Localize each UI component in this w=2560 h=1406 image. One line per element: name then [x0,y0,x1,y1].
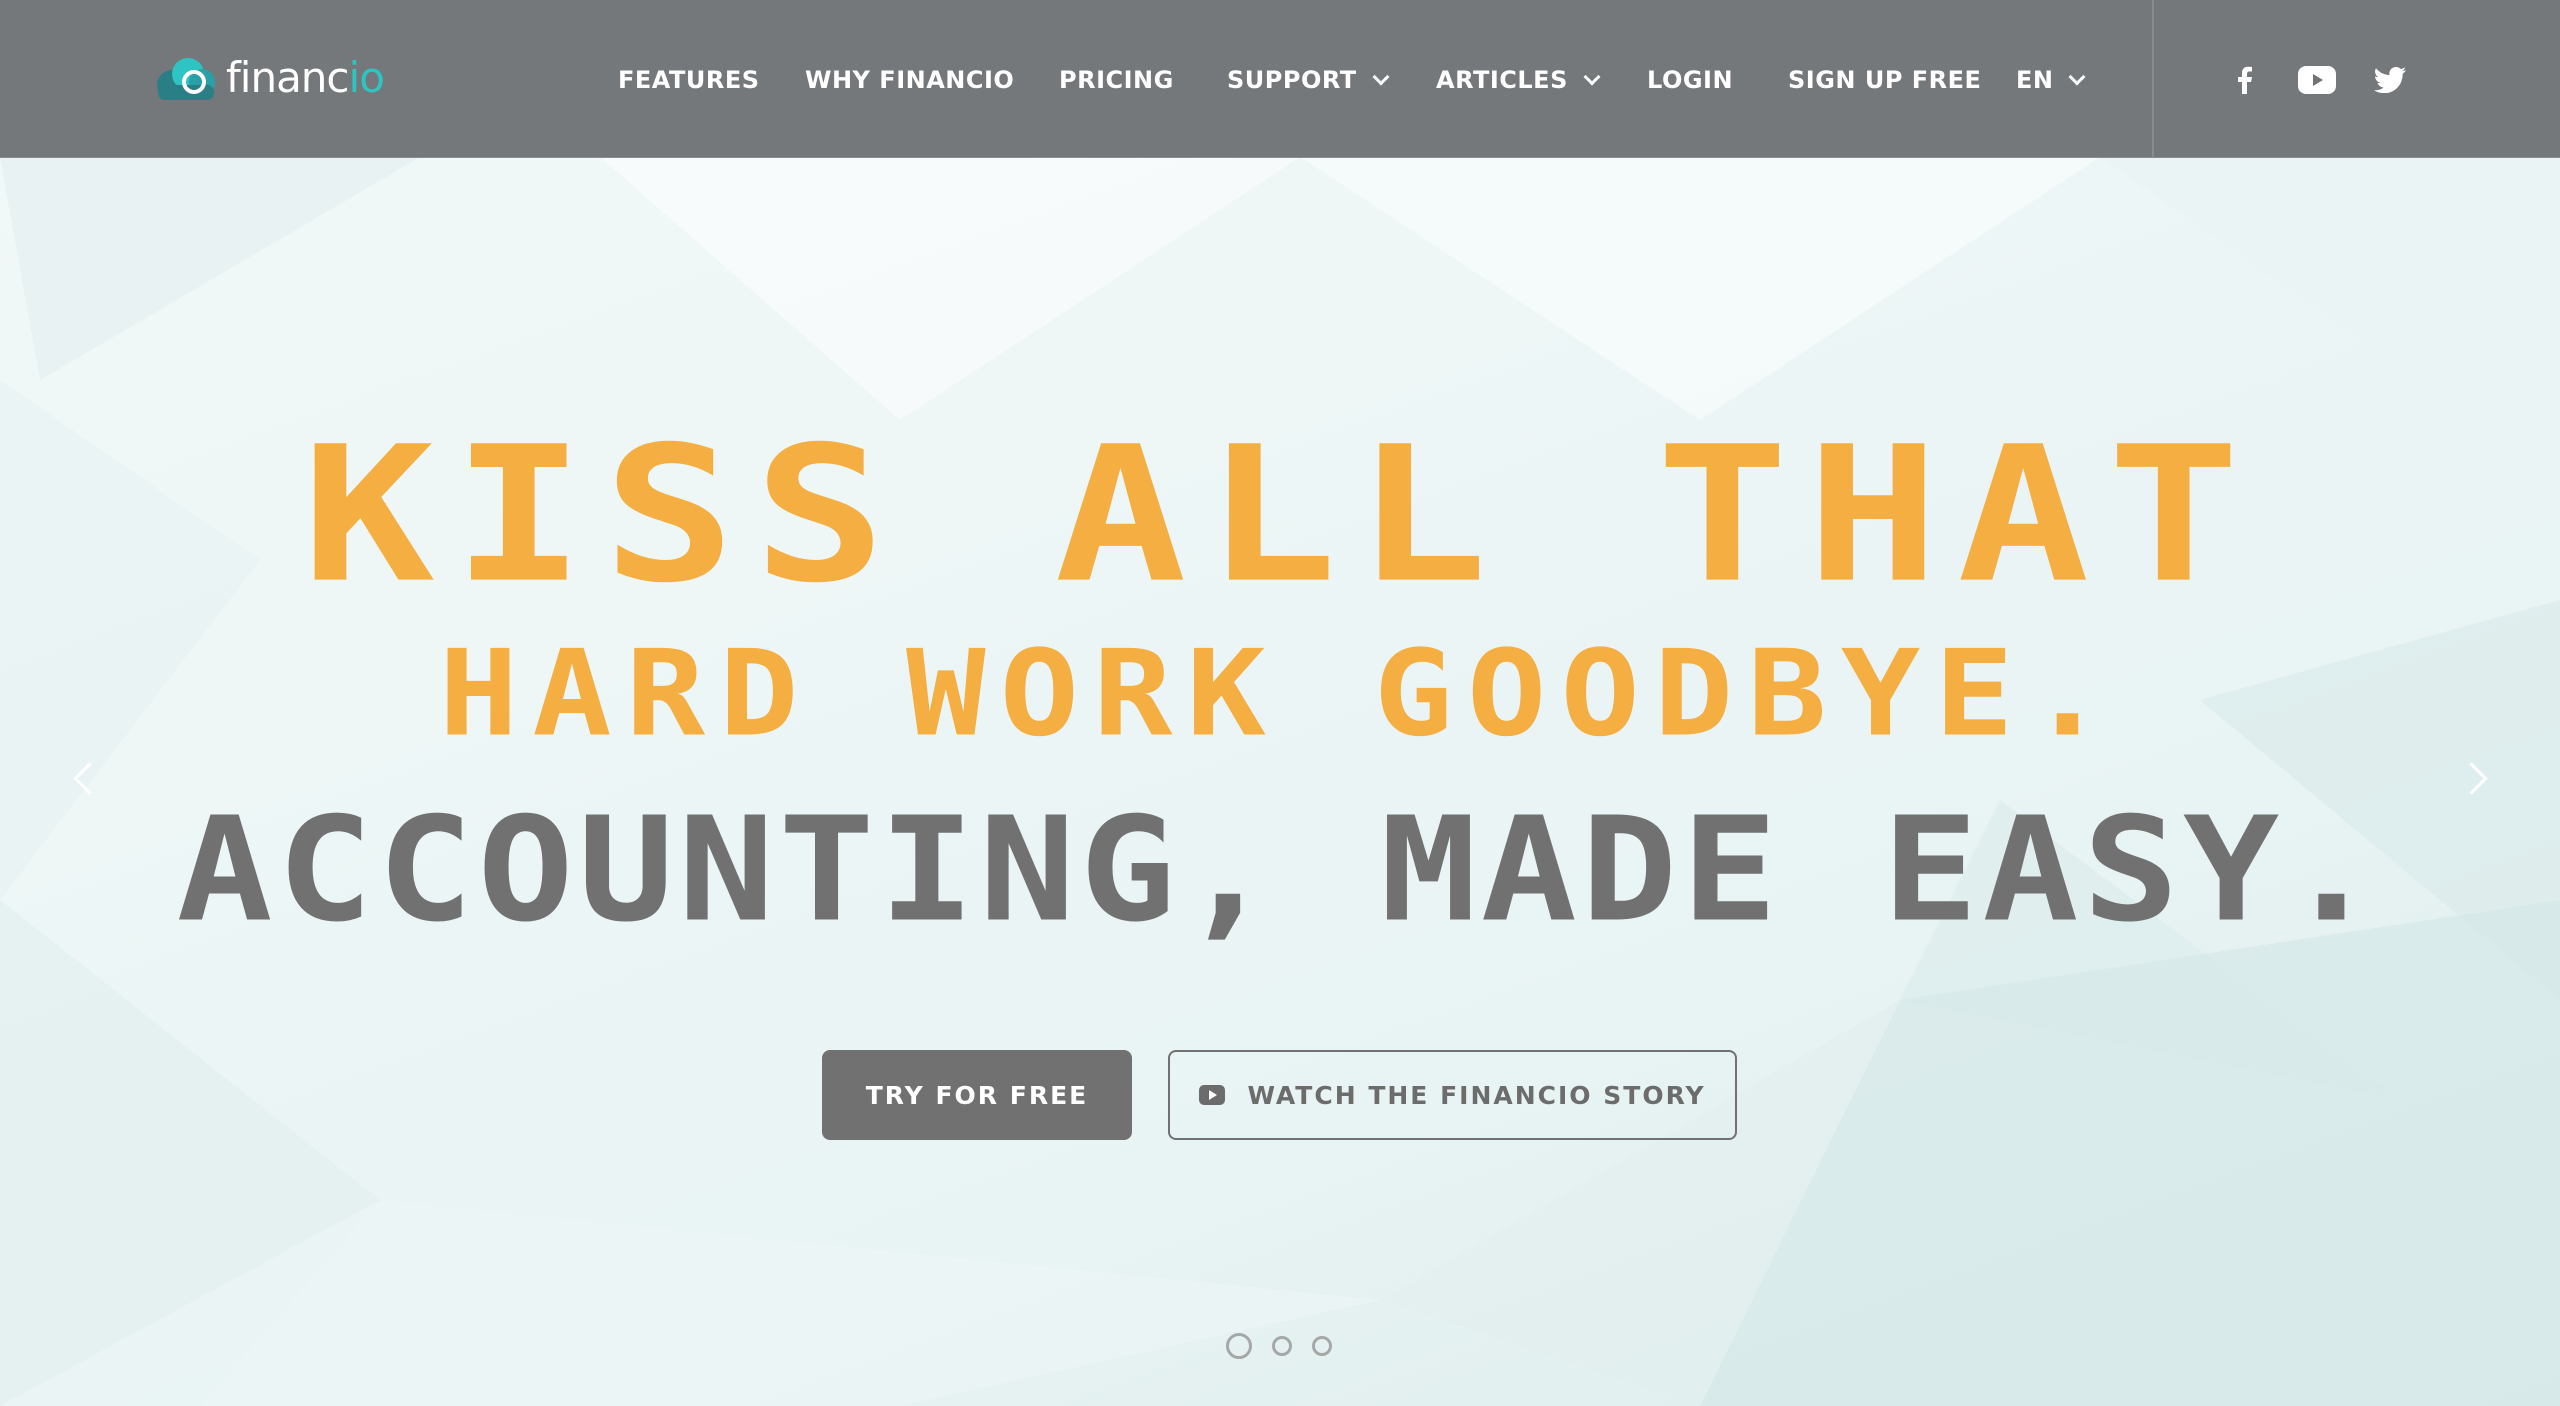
carousel-dot-2[interactable] [1272,1336,1292,1356]
carousel-pagination [1226,1333,1332,1359]
watch-story-label: WATCH THE FINANCIO STORY [1247,1080,1706,1110]
header-divider [2152,0,2154,157]
carousel-dot-1[interactable] [1226,1333,1252,1359]
nav-item-label: ARTICLES [1436,66,1568,94]
page: financio FEATURES WHY FINANCIO PRICING S… [0,0,2560,1406]
chevron-down-icon [2068,68,2086,86]
main-nav: FEATURES WHY FINANCIO PRICING SUPPORT AR… [0,0,2560,157]
nav-item-support[interactable]: SUPPORT [1227,62,1390,98]
nav-item-label: LOGIN [1647,66,1734,94]
try-for-free-label: TRY FOR FREE [865,1080,1089,1110]
nav-item-articles[interactable]: ARTICLES [1436,62,1601,98]
chevron-down-icon [1372,68,1390,86]
carousel-next-arrow-icon[interactable] [2458,757,2498,797]
nav-item-label: SIGN UP FREE [1788,66,1982,94]
nav-item-label: WHY FINANCIO [805,66,1015,94]
youtube-icon[interactable] [2297,62,2337,98]
nav-item-label: PRICING [1059,66,1174,94]
nav-item-language[interactable]: EN [2016,62,2086,98]
nav-item-pricing[interactable]: PRICING [1059,62,1174,98]
hero-headline-line-2: HARD WORK GOODBYE. [438,624,2122,764]
play-icon [1199,1085,1226,1105]
nav-item-why-financio[interactable]: WHY FINANCIO [805,62,1014,98]
nav-item-features[interactable]: FEATURES [618,62,760,98]
nav-item-login[interactable]: LOGIN [1647,62,1733,98]
carousel-prev-arrow-icon[interactable] [66,757,106,797]
nav-item-label: EN [2016,66,2054,94]
watch-story-button[interactable]: WATCH THE FINANCIO STORY [1168,1050,1737,1140]
facebook-icon[interactable] [2225,62,2265,98]
carousel-dot-3[interactable] [1312,1336,1332,1356]
nav-item-sign-up-free[interactable]: SIGN UP FREE [1788,62,1981,98]
twitter-icon[interactable] [2370,62,2410,98]
hero-tagline: ACCOUNTING, MADE EASY. [176,785,2384,954]
try-for-free-button[interactable]: TRY FOR FREE [822,1050,1132,1140]
chevron-down-icon [1583,68,1601,86]
nav-item-label: FEATURES [618,66,760,94]
hero-headline-line-1: KISS ALL THAT [302,406,2258,624]
top-navigation-bar: financio FEATURES WHY FINANCIO PRICING S… [0,0,2560,158]
nav-item-label: SUPPORT [1227,66,1357,94]
